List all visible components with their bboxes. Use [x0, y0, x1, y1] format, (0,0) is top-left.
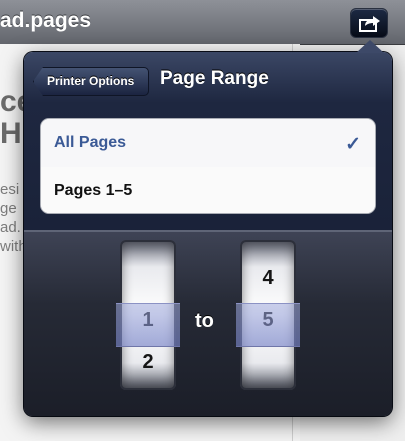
wheel-value-selected: 5	[262, 309, 274, 331]
to-page-wheel[interactable]: 4 5	[240, 240, 296, 390]
page-range-options: All Pages ✓ Pages 1–5	[40, 118, 376, 214]
document-heading-line-2: H	[0, 117, 22, 150]
option-all-pages[interactable]: All Pages ✓	[41, 119, 375, 168]
document-body-line: ad.	[0, 219, 21, 236]
wheel-value-above	[120, 261, 176, 295]
share-icon	[359, 16, 380, 32]
document-body-line: ge	[0, 200, 17, 217]
option-label: All Pages	[54, 134, 127, 151]
document-title: ad.pages	[0, 9, 92, 32]
wheel-value-below	[240, 345, 296, 379]
wheel-value-above: 4	[262, 267, 274, 289]
checkmark-icon: ✓	[345, 134, 361, 155]
popover-title: Page Range	[160, 68, 269, 89]
document-toolbar: ad.pages	[0, 0, 405, 45]
picker-separator-line	[24, 230, 392, 232]
document-body-line: with	[0, 238, 27, 255]
back-button-label: Printer Options	[47, 74, 135, 88]
from-page-wheel[interactable]: 1 2	[120, 240, 176, 390]
document-body-line: esi	[0, 181, 20, 198]
printer-options-back-button[interactable]: Printer Options	[33, 67, 149, 96]
share-button[interactable]	[350, 8, 388, 38]
option-pages-range[interactable]: Pages 1–5	[41, 167, 375, 213]
wheel-value-selected: 1	[142, 309, 154, 331]
option-label: Pages 1–5	[54, 182, 133, 199]
wheel-value-below: 2	[142, 351, 154, 373]
popover-arrow	[356, 40, 384, 53]
page-range-picker: 1 2 4 5 to	[24, 230, 392, 416]
range-separator-label: to	[195, 310, 214, 332]
